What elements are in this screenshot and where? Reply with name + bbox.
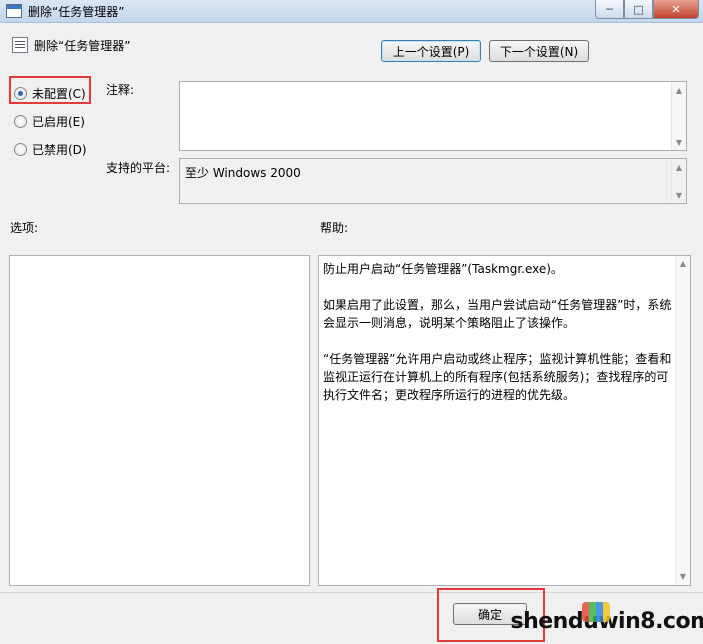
platform-scrollbar[interactable]: ▲ ▼ <box>671 159 686 203</box>
scroll-up-arrow-icon[interactable]: ▲ <box>672 160 686 174</box>
policy-title: 删除“任务管理器” <box>34 39 131 53</box>
platform-value: 至少 Windows 2000 <box>185 166 301 180</box>
help-paragraph: 如果启用了此设置，那么，当用户尝试启动“任务管理器”时，系统会显示一则消息，说明… <box>323 298 672 330</box>
comment-label: 注释: <box>106 83 135 97</box>
radio-label-disabled: 已禁用(D) <box>32 143 87 157</box>
window-app-icon <box>6 4 22 18</box>
help-paragraph: “任务管理器”允许用户启动或终止程序；监视计算机性能；查看和监视正运行在计算机上… <box>323 352 672 402</box>
radio-button[interactable] <box>14 115 27 128</box>
platform-label: 支持的平台: <box>106 161 171 175</box>
radio-button[interactable] <box>14 143 27 156</box>
comment-textarea[interactable]: ▲ ▼ <box>179 81 687 151</box>
radio-label-enabled: 已启用(E) <box>32 115 85 129</box>
platform-field: 至少 Windows 2000 ▲ ▼ <box>179 158 687 204</box>
title-bar: 删除“任务管理器” ─ □ ✕ <box>0 0 703 23</box>
help-label: 帮助: <box>320 221 349 235</box>
comment-scrollbar[interactable]: ▲ ▼ <box>671 82 686 150</box>
minimize-button[interactable]: ─ <box>595 0 624 19</box>
scroll-down-arrow-icon[interactable]: ▼ <box>672 135 686 149</box>
site-watermark: shenduwin8.com <box>510 598 703 644</box>
windows-logo-icon <box>582 602 610 622</box>
radio-button-checked[interactable] <box>14 87 27 100</box>
options-label: 选项: <box>10 221 39 235</box>
previous-setting-button[interactable]: 上一个设置(P) <box>381 40 481 62</box>
close-button[interactable]: ✕ <box>653 0 699 19</box>
scroll-down-arrow-icon[interactable]: ▼ <box>672 188 686 202</box>
scroll-up-arrow-icon[interactable]: ▲ <box>672 83 686 97</box>
radio-not-configured[interactable]: 未配置(C) <box>14 85 86 102</box>
footer-divider <box>0 592 703 593</box>
scroll-up-arrow-icon[interactable]: ▲ <box>676 257 690 271</box>
window-title: 删除“任务管理器” <box>28 5 125 19</box>
radio-disabled[interactable]: 已禁用(D) <box>14 141 87 158</box>
radio-label-not-configured: 未配置(C) <box>32 87 86 101</box>
scroll-down-arrow-icon[interactable]: ▼ <box>676 570 690 584</box>
help-scrollbar[interactable]: ▲ ▼ <box>675 256 690 585</box>
policy-icon <box>12 37 28 53</box>
radio-enabled[interactable]: 已启用(E) <box>14 113 85 130</box>
options-panel <box>9 255 310 586</box>
window-controls: ─ □ ✕ <box>595 0 699 19</box>
maximize-button[interactable]: □ <box>624 0 653 19</box>
help-panel: 防止用户启动“任务管理器”(Taskmgr.exe)。 如果启用了此设置，那么，… <box>318 255 691 586</box>
help-paragraph: 防止用户启动“任务管理器”(Taskmgr.exe)。 <box>323 262 563 276</box>
next-setting-button[interactable]: 下一个设置(N) <box>489 40 589 62</box>
